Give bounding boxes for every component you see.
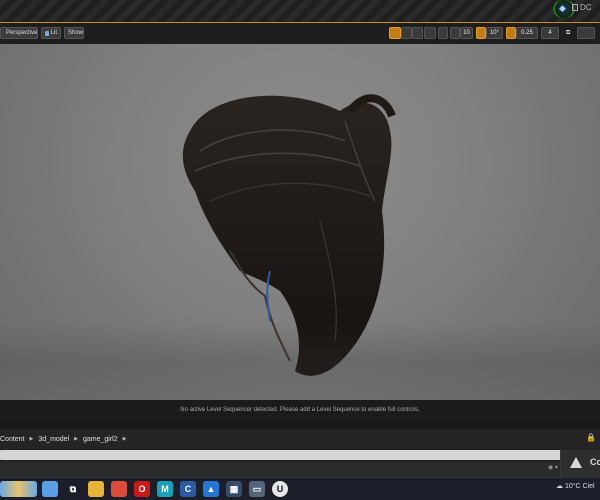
source-control-icon: ◆ bbox=[559, 3, 566, 13]
taskbar-widgets-thumbnail[interactable] bbox=[0, 481, 37, 497]
breadcrumb-arrow-icon[interactable]: ▶ bbox=[123, 436, 127, 442]
view-options-icon[interactable]: ◉ ▾ bbox=[548, 464, 558, 471]
maximize-viewport-icon[interactable]: ⧉ bbox=[563, 27, 572, 39]
opera-glyph: O bbox=[138, 484, 146, 494]
source-control-label: DC bbox=[580, 3, 592, 12]
opera-icon[interactable]: O bbox=[134, 481, 150, 497]
viewport-toolbar: Perspective Lit Show 10 10° 0.25 4 ⧉ bbox=[0, 23, 600, 44]
breadcrumb-item-content[interactable]: Content bbox=[0, 436, 25, 443]
lighting-icon bbox=[45, 30, 49, 36]
system-tray: ☁ 10°C Ciel bbox=[556, 482, 595, 490]
breadcrumb-item-3d-model[interactable]: 3d_model bbox=[38, 436, 69, 443]
chrome-icon[interactable] bbox=[111, 481, 127, 497]
warning-notification[interactable]: Co bbox=[560, 450, 600, 477]
perspective-button[interactable]: Perspective bbox=[0, 27, 38, 39]
rotation-snap-value[interactable]: 10° bbox=[486, 27, 503, 39]
maya-icon[interactable]: M bbox=[157, 481, 173, 497]
grid-snap-value[interactable]: 10 bbox=[460, 27, 473, 39]
show-button[interactable]: Show bbox=[64, 27, 84, 39]
select-mode-icon[interactable] bbox=[389, 27, 401, 39]
breadcrumb-arrow-icon[interactable]: ▶ bbox=[74, 436, 78, 442]
file-explorer-glyph bbox=[88, 481, 104, 497]
breadcrumb: Content ▶ 3d_model ▶ game_girl2 ▶ bbox=[0, 432, 132, 446]
content-browser: Content ▶ 3d_model ▶ game_girl2 ▶ 🔒 ◉ ▾ … bbox=[0, 421, 600, 477]
task-view-glyph: ⧉ bbox=[69, 484, 77, 494]
calculator-icon[interactable]: ▦ bbox=[226, 481, 242, 497]
weather-icon[interactable]: ☁ bbox=[556, 483, 563, 490]
scale-snap-value[interactable]: 0.25 bbox=[516, 27, 538, 39]
warning-icon bbox=[570, 457, 582, 468]
grid-snap-icon[interactable] bbox=[450, 27, 460, 39]
unreal-engine-glyph: U bbox=[276, 484, 284, 494]
lit-button[interactable]: Lit bbox=[41, 27, 61, 39]
viewport-floor bbox=[0, 323, 600, 400]
file-explorer-icon[interactable] bbox=[88, 481, 104, 497]
cinema4d-glyph: C bbox=[184, 484, 192, 494]
calculator-glyph: ▦ bbox=[229, 484, 239, 494]
photos-glyph: ▲ bbox=[206, 484, 216, 494]
breadcrumb-item-game-girl2[interactable]: game_girl2 bbox=[83, 436, 118, 443]
sequencer-status-message: No active Level Sequencer detected. Plea… bbox=[0, 400, 600, 421]
panel-divider[interactable] bbox=[0, 421, 600, 429]
viewport-layout-icon[interactable] bbox=[577, 27, 595, 39]
level-viewport[interactable]: Perspective Lit Show 10 10° 0.25 4 ⧉ No … bbox=[0, 22, 600, 421]
os-taskbar: ⧉ O M C ▲ ▦ ▭ U ☁ 10°C Ciel bbox=[0, 477, 600, 500]
top-title-strip: ◆ DC bbox=[0, 0, 600, 22]
document-icon bbox=[572, 4, 578, 11]
lock-icon[interactable]: 🔒 bbox=[586, 433, 596, 442]
breadcrumb-arrow-icon[interactable]: ▶ bbox=[30, 436, 34, 442]
start-app-icon[interactable] bbox=[42, 481, 58, 497]
task-view-icon[interactable]: ⧉ bbox=[65, 481, 81, 497]
warning-label: Co bbox=[590, 457, 600, 467]
weather-temperature: 10°C bbox=[564, 483, 581, 490]
app-generic-glyph: ▭ bbox=[252, 484, 262, 494]
surface-snap-icon[interactable] bbox=[438, 27, 448, 39]
rotate-icon[interactable] bbox=[412, 27, 423, 39]
cinema4d-icon[interactable]: C bbox=[180, 481, 196, 497]
start-app-glyph bbox=[42, 481, 58, 497]
maya-glyph: M bbox=[161, 484, 169, 494]
camera-speed-button[interactable]: 4 bbox=[541, 27, 559, 39]
asset-filter-bar[interactable] bbox=[0, 450, 590, 460]
chrome-glyph bbox=[111, 481, 127, 497]
content-browser-footer bbox=[0, 462, 600, 477]
scale-snap-icon[interactable] bbox=[506, 27, 516, 39]
unreal-engine-icon[interactable]: U bbox=[272, 481, 288, 497]
translate-icon[interactable] bbox=[401, 27, 412, 39]
photos-icon[interactable]: ▲ bbox=[203, 481, 219, 497]
world-local-icon[interactable] bbox=[424, 27, 436, 39]
app-generic-icon[interactable]: ▭ bbox=[249, 481, 265, 497]
weather-description: Ciel bbox=[582, 483, 595, 490]
rotation-snap-icon[interactable] bbox=[476, 27, 486, 39]
